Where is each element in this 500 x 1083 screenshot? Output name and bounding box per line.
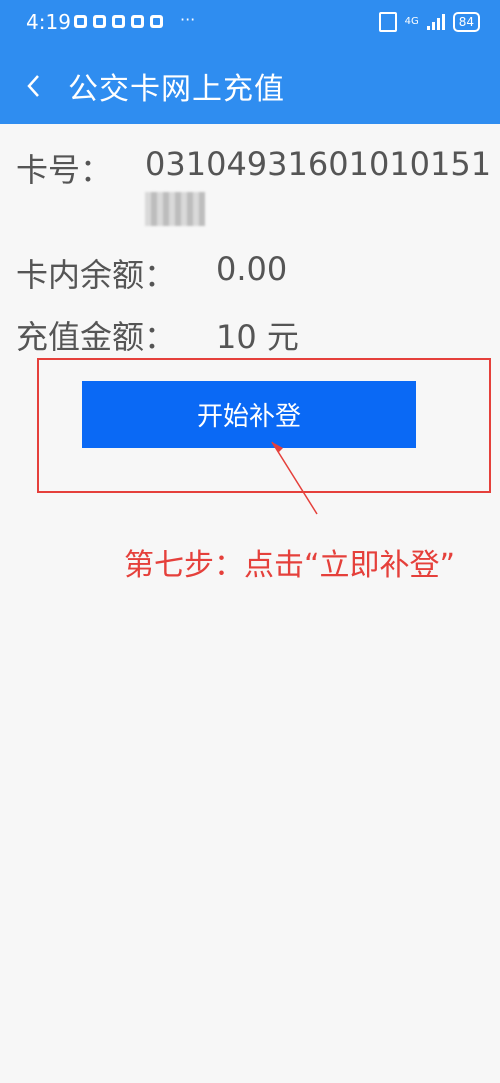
battery-icon: 84 [452,12,480,32]
balance-value: 0.00 [216,250,288,288]
nfc-icon [378,12,397,32]
status-bar: 4:19 ··· 4G 84 [0,0,500,46]
balance-label: 卡内余额： [16,256,177,294]
app-bar: 公交卡网上充值 [0,46,500,124]
status-right: 4G 84 [378,12,480,32]
notification-icon [74,15,87,28]
card-number-label: 卡号： [16,151,113,189]
signal-icon [426,14,445,30]
amount-value: 10 元 [216,318,299,356]
more-notifications-icon: ··· [180,10,196,29]
notification-icon [131,15,144,28]
notification-icon [93,15,106,28]
annotation-text: 第七步：点击“立即补登” [124,548,456,583]
card-number-blurred [145,188,225,226]
page-title: 公交卡网上充值 [68,72,285,107]
card-number-value: 03104931601010151 [145,145,492,183]
status-time: 4:19 [26,10,71,34]
notification-icon [112,15,125,28]
start-reload-button[interactable]: 开始补登 [82,381,416,448]
chevron-left-icon [27,75,39,97]
notification-icons [74,15,163,28]
notification-icon [150,15,163,28]
network-label: 4G [404,16,419,27]
back-button[interactable] [20,66,50,106]
amount-label: 充值金额： [16,318,177,356]
card-number-blur-mask [145,192,205,226]
